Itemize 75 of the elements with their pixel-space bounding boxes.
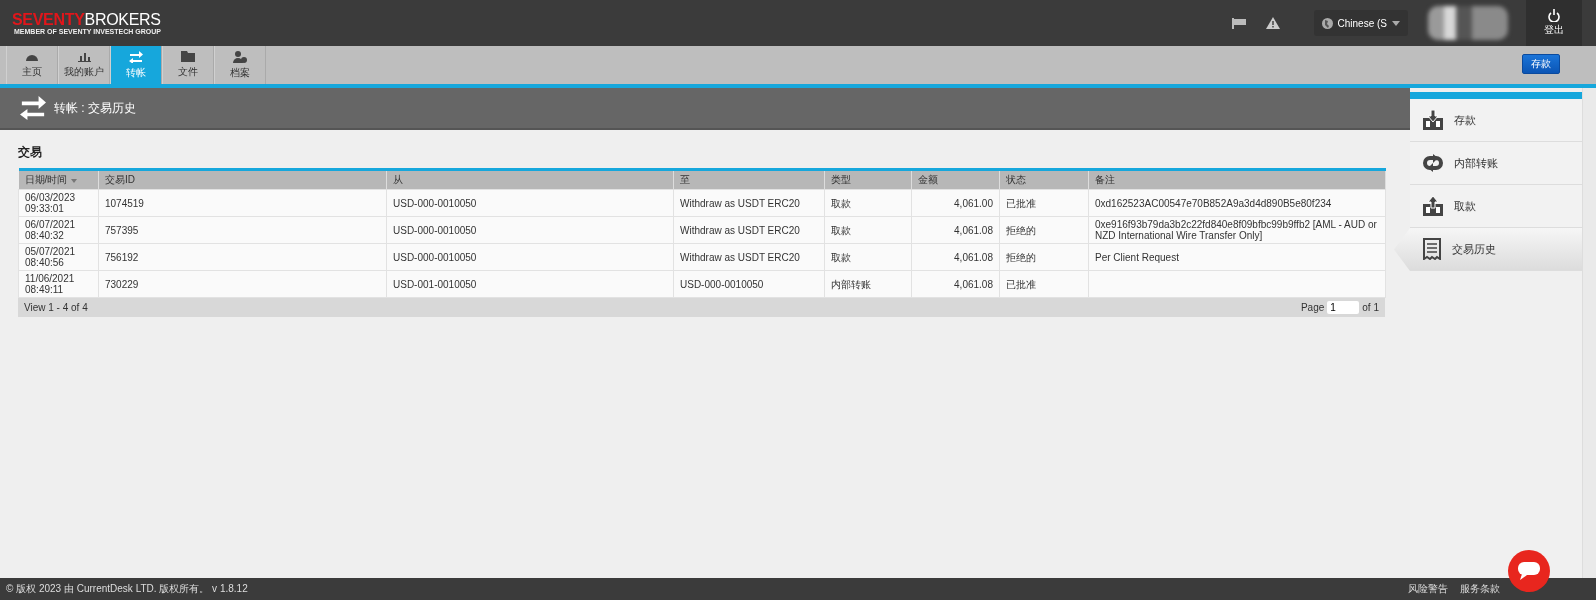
chat-button[interactable]	[1508, 550, 1550, 592]
table-cell: USD-000-0010050	[393, 251, 477, 263]
table-cell: 730229	[105, 278, 139, 290]
copyright-text: © 版权 2023 由 CurrentDesk LTD. 版权所有。 v 1.8.12	[6, 582, 248, 596]
sort-caret-icon	[71, 179, 78, 183]
column-header[interactable]: 备注	[1088, 169, 1386, 190]
table-cell: 4,061.00	[954, 197, 993, 209]
nav-tab[interactable]: 主页	[6, 46, 58, 84]
table-cell-text: 0xe916f93b79da3b2c22fd840e8f09bfbc99b9ffb2 [AML - AUD or NZD International Wire Transfer Only]	[1095, 219, 1378, 241]
column-header[interactable]: 日期/时间	[18, 169, 99, 190]
table-cell-text: 06/07/2021 08:40:32	[25, 219, 77, 241]
brand-logo: SEVENTYBROKERS	[12, 11, 162, 28]
table-cell: 取款	[831, 197, 851, 209]
language-dropdown[interactable]: Chinese (S	[1313, 10, 1408, 36]
caret-icon	[1392, 20, 1400, 26]
column-header[interactable]: 从	[386, 169, 674, 190]
table-cell: USD-001-0010050	[393, 278, 477, 290]
deposit-button[interactable]: 存款	[1522, 54, 1560, 74]
table-cell: 已批准	[1006, 278, 1036, 290]
section-title: 交易	[18, 144, 43, 161]
table-cell: 拒绝的	[1006, 224, 1036, 236]
warning-icon[interactable]	[1265, 17, 1280, 29]
column-header[interactable]: 状态	[999, 169, 1089, 190]
user-icon	[233, 50, 247, 63]
cycle-arrows-icon	[1422, 154, 1444, 172]
page-title: 转帐 : 交易历史	[54, 99, 136, 117]
table-cell: 756192	[105, 251, 139, 263]
deposit-box-icon	[1422, 110, 1444, 130]
table-cell-text: 05/07/2021 08:40:56	[25, 246, 77, 268]
page-total: of 1	[1362, 302, 1379, 313]
nav-tab[interactable]: 我的账户	[58, 46, 110, 84]
table-cell: 取款	[831, 224, 851, 236]
page-label: Page	[1300, 302, 1325, 313]
column-header[interactable]: 类型	[824, 169, 912, 190]
footer-link[interactable]: 风险警告	[1408, 582, 1448, 596]
chat-bubble-icon	[1518, 562, 1540, 580]
flag-icon[interactable]	[1231, 17, 1246, 29]
table-cell: 4,061.08	[954, 251, 993, 263]
record-count: View 1 - 4 of 4	[24, 302, 88, 313]
table-cell: 拒绝的	[1006, 251, 1036, 263]
power-icon	[1548, 9, 1560, 22]
footer-link[interactable]: 服务条款	[1460, 582, 1500, 596]
table-cell: USD-000-0010050	[680, 278, 764, 290]
table-cell: Withdraw as USDT ERC20	[680, 224, 800, 236]
nav-tab[interactable]: 文件	[162, 46, 214, 84]
table-cell: 4,061.08	[954, 224, 993, 236]
table-cell-text: 06/03/2023 09:33:01	[25, 192, 77, 214]
table-cell: 1074519	[105, 197, 144, 209]
receipt-icon	[1422, 238, 1442, 260]
logout-button[interactable]: 登出	[1526, 0, 1582, 46]
table-cell: Per Client Request	[1095, 251, 1179, 263]
nav-tab[interactable]: 档案	[214, 46, 266, 84]
table-cell: 757395	[105, 224, 139, 236]
transfer-arrows-icon	[129, 50, 143, 63]
table-cell: 已批准	[1006, 197, 1036, 209]
table-cell: USD-000-0010050	[393, 224, 477, 236]
withdraw-box-icon	[1422, 196, 1444, 216]
bar-chart-icon	[77, 51, 91, 62]
transfer-arrows-icon	[20, 95, 46, 121]
column-header[interactable]: 至	[673, 169, 825, 190]
globe-icon	[1321, 17, 1333, 29]
table-cell: 取款	[831, 251, 851, 263]
table-cell: Withdraw as USDT ERC20	[680, 251, 800, 263]
table-cell: USD-000-0010050	[393, 197, 477, 209]
scrollbar[interactable]	[1582, 88, 1596, 578]
table-cell-text: 11/06/2021 08:49:11	[25, 273, 76, 295]
table-cell: Withdraw as USDT ERC20	[680, 197, 800, 209]
table-cell: 内部转账	[831, 278, 871, 290]
table-cell: 4,061.08	[954, 278, 993, 290]
column-header[interactable]: 交易ID	[98, 169, 387, 190]
folder-icon	[181, 51, 195, 62]
page-number-field[interactable]: 1	[1327, 301, 1360, 314]
side-menu-item[interactable]: 交易历史	[1394, 228, 1582, 271]
table-cell: 0xd162523AC00547e70B852A9a3d4d890B5e80f234	[1095, 197, 1332, 209]
column-header[interactable]: 金额	[911, 169, 1000, 190]
